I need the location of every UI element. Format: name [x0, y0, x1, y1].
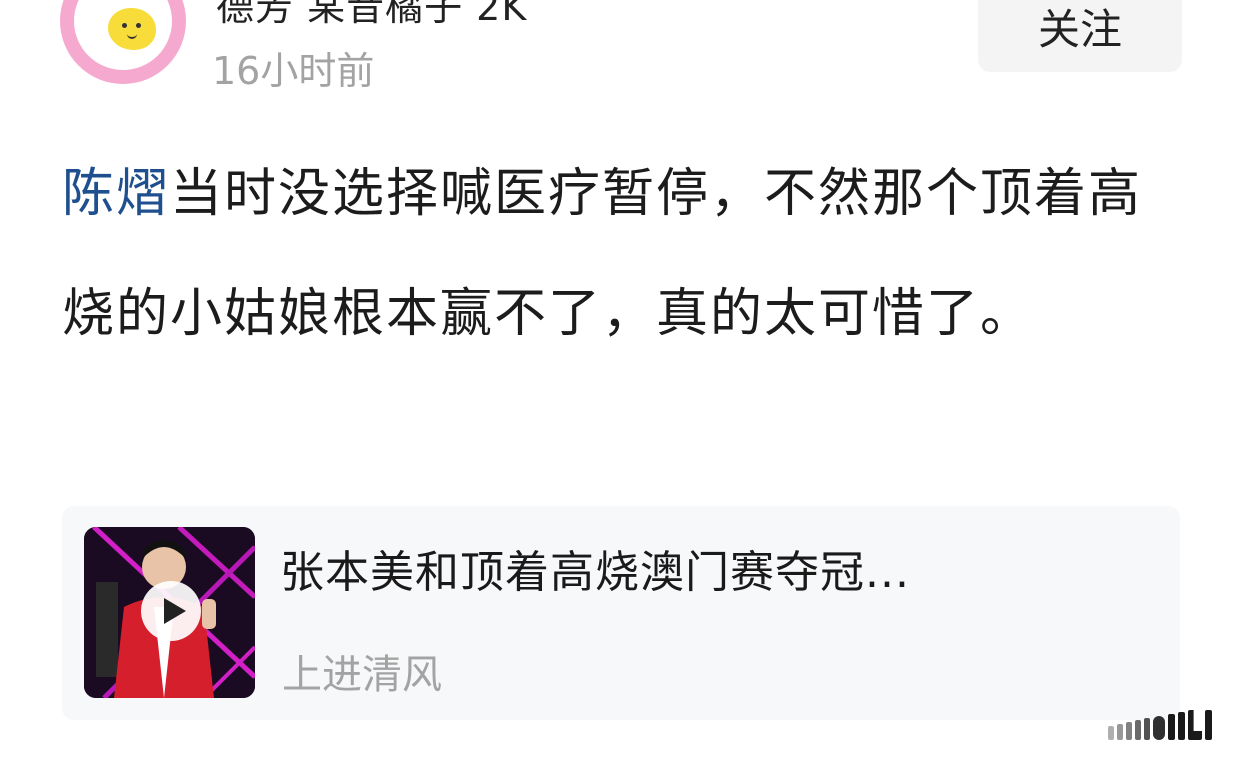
- mention-link[interactable]: 陈熠: [62, 164, 170, 224]
- smiley-mouth: [127, 32, 137, 39]
- author-name[interactable]: 德芳 某昔橘子 2K: [216, 0, 527, 31]
- video-thumbnail[interactable]: [84, 527, 255, 698]
- smiley-face-icon: [108, 8, 156, 50]
- post-content: 陈熠当时没选择喊医疗暂停，不然那个顶着高烧的小姑娘根本赢不了，真的太可惜了。: [62, 134, 1192, 374]
- play-icon[interactable]: [141, 581, 201, 641]
- avatar-background: [74, 0, 172, 70]
- post-timestamp: 16小时前: [212, 49, 375, 93]
- avatar[interactable]: [60, 0, 186, 84]
- follow-button[interactable]: 关注: [978, 0, 1182, 72]
- watermark-icon: [1108, 706, 1220, 740]
- card-title[interactable]: 张本美和顶着高烧澳门赛夺冠...: [280, 536, 1160, 600]
- card-source: 上进清风: [282, 652, 442, 698]
- post-text: 当时没选择喊医疗暂停，不然那个顶着高烧的小姑娘根本赢不了，真的太可惜了。: [62, 164, 1143, 344]
- linked-video-card[interactable]: 张本美和顶着高烧澳门赛夺冠... 上进清风: [62, 506, 1180, 720]
